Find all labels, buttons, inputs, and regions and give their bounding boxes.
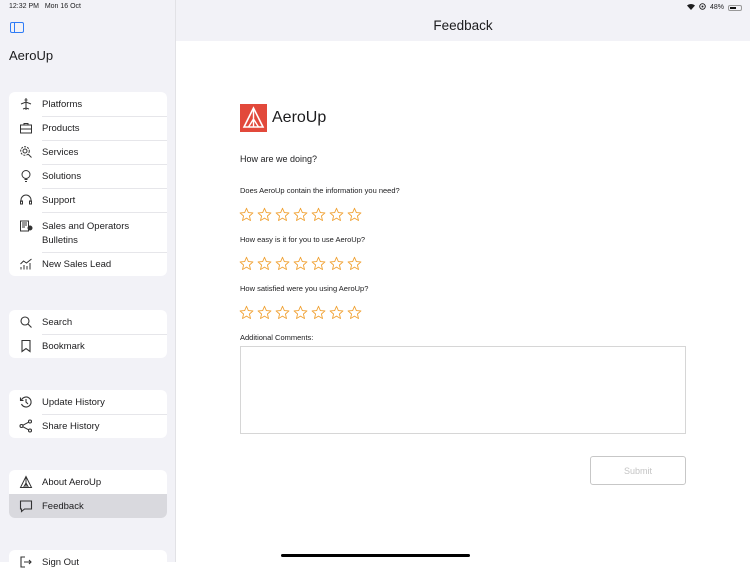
share-icon <box>19 419 33 433</box>
submit-button[interactable]: Submit <box>590 456 686 485</box>
comments-label: Additional Comments: <box>240 333 314 342</box>
search-icon <box>19 315 33 329</box>
star-icon[interactable] <box>275 256 290 271</box>
sidebar-item-sign-out[interactable]: Sign Out <box>9 550 167 574</box>
sidebar-item-label: Platforms <box>42 98 83 110</box>
logo-text: AeroUp <box>272 109 327 126</box>
star-icon[interactable] <box>347 256 362 271</box>
sidebar-item-sales-bulletins[interactable]: Sales and Operators Bulletins <box>9 212 167 252</box>
sidebar-item-label: Update History <box>42 396 105 408</box>
sidebar-item-label: Sign Out <box>42 556 79 568</box>
bulletin-icon <box>19 219 33 233</box>
sidebar-item-label: Feedback <box>42 500 84 512</box>
star-icon[interactable] <box>311 305 326 320</box>
sidebar-item-label: Search <box>42 316 73 328</box>
rating-stars-2 <box>239 256 362 271</box>
star-icon[interactable] <box>293 305 308 320</box>
history-icon <box>19 395 33 409</box>
star-icon[interactable] <box>239 305 254 320</box>
aeroup-logo-icon <box>19 475 33 489</box>
sidebar-item-search[interactable]: Search <box>9 310 167 334</box>
sidebar-item-about[interactable]: About AeroUp <box>9 470 167 494</box>
sidebar-item-support[interactable]: Support <box>9 188 167 212</box>
star-icon[interactable] <box>275 305 290 320</box>
home-indicator <box>281 554 470 557</box>
nav-group-account: Sign Out <box>9 550 167 574</box>
sidebar-item-products[interactable]: Products <box>9 116 167 140</box>
sidebar-toggle-icon[interactable] <box>10 22 24 33</box>
rating-stars-3 <box>239 305 362 320</box>
headset-icon <box>19 193 33 207</box>
sidebar: 12:32 PM Mon 16 Oct AeroUp Platforms Pro… <box>0 0 176 574</box>
star-icon[interactable] <box>257 256 272 271</box>
battery-percent: 48% <box>709 4 724 11</box>
sidebar-item-label: Share History <box>42 420 100 432</box>
star-icon[interactable] <box>293 256 308 271</box>
star-icon[interactable] <box>347 207 362 222</box>
feedback-icon <box>19 499 33 513</box>
star-icon[interactable] <box>311 207 326 222</box>
lightbulb-icon <box>19 169 33 183</box>
bookmark-icon <box>19 339 33 353</box>
briefcase-icon <box>19 121 33 135</box>
sidebar-item-new-sales-lead[interactable]: New Sales Lead <box>9 252 167 276</box>
sidebar-item-label: About AeroUp <box>42 476 102 488</box>
star-icon[interactable] <box>239 256 254 271</box>
sidebar-item-label: New Sales Lead <box>42 258 112 270</box>
nav-group-about: About AeroUp Feedback <box>9 470 167 518</box>
sidebar-item-label: Services <box>42 146 79 158</box>
star-icon[interactable] <box>275 207 290 222</box>
status-time: 12:32 PM Mon 16 Oct <box>9 3 81 10</box>
nav-group-main: Platforms Products Services Solutions Su… <box>9 92 167 276</box>
rating-stars-1 <box>239 207 362 222</box>
star-icon[interactable] <box>329 207 344 222</box>
sidebar-item-solutions[interactable]: Solutions <box>9 164 167 188</box>
comments-input[interactable] <box>240 346 686 434</box>
clock: 12:32 PM <box>9 3 39 10</box>
star-icon[interactable] <box>257 305 272 320</box>
orientation-lock-icon <box>699 3 706 12</box>
question-1: Does AeroUp contain the information you … <box>240 186 400 195</box>
star-icon[interactable] <box>293 207 308 222</box>
aeroup-logo <box>240 104 267 132</box>
nav-group-search: Search Bookmark <box>9 310 167 358</box>
nav-group-history: Update History Share History <box>9 390 167 438</box>
sidebar-item-feedback[interactable]: Feedback <box>9 494 167 518</box>
sidebar-item-services[interactable]: Services <box>9 140 167 164</box>
gear-wrench-icon <box>19 145 33 159</box>
intro-text: How are we doing? <box>240 154 318 164</box>
sidebar-item-label: Bookmark <box>42 340 85 352</box>
sidebar-item-share-history[interactable]: Share History <box>9 414 167 438</box>
nav-header: 48% Feedback <box>176 0 750 41</box>
star-icon[interactable] <box>257 207 272 222</box>
star-icon[interactable] <box>347 305 362 320</box>
app-title: AeroUp <box>9 48 54 63</box>
battery-icon <box>728 4 742 11</box>
question-3: How satisfied were you using AeroUp? <box>240 284 369 293</box>
airplane-icon <box>19 97 33 111</box>
date: Mon 16 Oct <box>44 3 81 10</box>
star-icon[interactable] <box>239 207 254 222</box>
sign-out-icon <box>19 555 33 569</box>
sidebar-item-label: Products <box>42 122 80 134</box>
wifi-icon <box>686 3 695 12</box>
sidebar-item-label: Sales and Operators Bulletins <box>42 221 130 246</box>
sidebar-item-update-history[interactable]: Update History <box>9 390 167 414</box>
aeroup-logo-icon <box>242 106 265 128</box>
sidebar-item-platforms[interactable]: Platforms <box>9 92 167 116</box>
sidebar-item-label: Support <box>42 194 76 206</box>
star-icon[interactable] <box>329 305 344 320</box>
question-2: How easy is it for you to use AeroUp? <box>240 235 366 244</box>
page-title: Feedback <box>433 18 493 33</box>
sidebar-item-bookmark[interactable]: Bookmark <box>9 334 167 358</box>
sidebar-item-label: Solutions <box>42 170 82 182</box>
status-icons: 48% <box>686 3 742 12</box>
star-icon[interactable] <box>311 256 326 271</box>
star-icon[interactable] <box>329 256 344 271</box>
chart-icon <box>19 257 33 271</box>
